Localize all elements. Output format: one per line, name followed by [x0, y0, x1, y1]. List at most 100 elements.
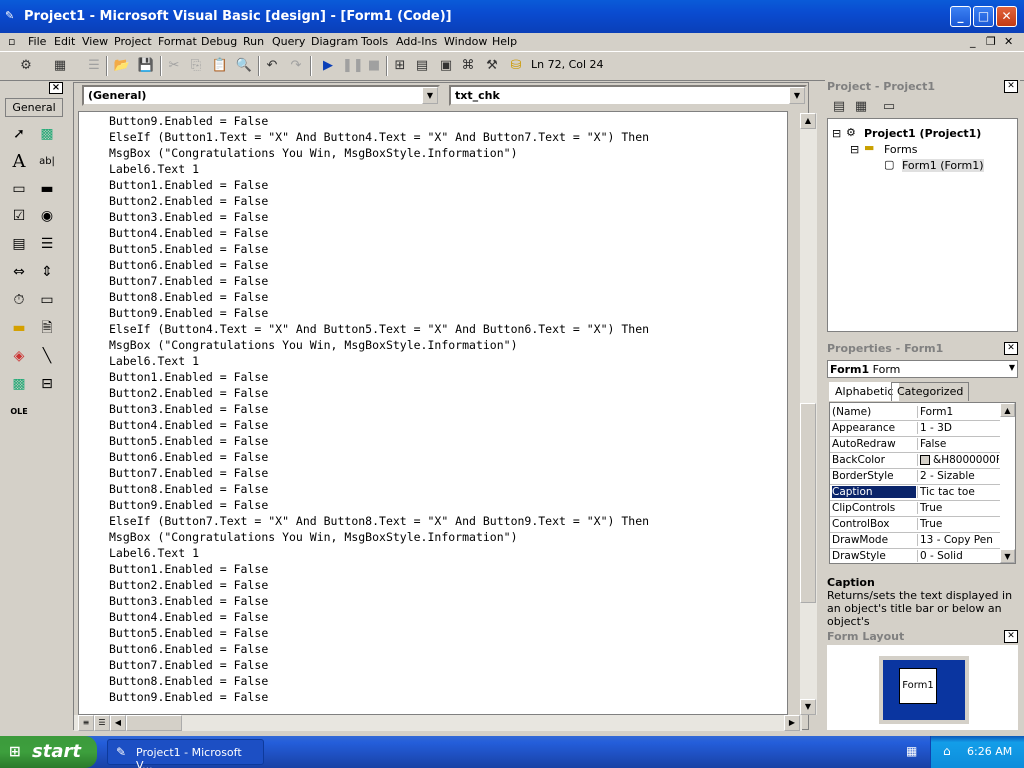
- code-line[interactable]: Button8.Enabled = False: [109, 481, 649, 497]
- object-combo[interactable]: (General) ▼: [82, 85, 440, 106]
- menu-project[interactable]: Project: [114, 35, 152, 48]
- property-row[interactable]: DrawStyle 0 - Solid: [830, 549, 1000, 563]
- code-line[interactable]: Button7.Enabled = False: [109, 273, 649, 289]
- tab-alphabetic[interactable]: Alphabetic: [829, 382, 900, 401]
- code-line[interactable]: Button5.Enabled = False: [109, 625, 649, 641]
- object-browser-icon[interactable]: ⌘: [458, 57, 478, 75]
- title-bar[interactable]: ✎ Project1 - Microsoft Visual Basic [des…: [0, 0, 1024, 33]
- code-line[interactable]: Button2.Enabled = False: [109, 577, 649, 593]
- property-row[interactable]: ClipControls True: [830, 501, 1000, 517]
- property-value[interactable]: 2 - Sizable: [917, 470, 999, 482]
- procedure-view-icon[interactable]: ≡: [78, 715, 94, 731]
- checkbox-icon[interactable]: ☑: [8, 206, 30, 226]
- menu-run[interactable]: Run: [243, 35, 264, 48]
- scroll-down-arrow[interactable]: ▼: [1000, 549, 1015, 563]
- code-line[interactable]: Button9.Enabled = False: [109, 689, 649, 705]
- vscrollbar-icon[interactable]: ⇕: [36, 262, 58, 282]
- line-icon[interactable]: ╲: [36, 346, 58, 366]
- code-line[interactable]: Button2.Enabled = False: [109, 385, 649, 401]
- code-line[interactable]: Button6.Enabled = False: [109, 257, 649, 273]
- network-icon[interactable]: ⌂: [943, 744, 951, 758]
- menu-edit[interactable]: Edit: [54, 35, 75, 48]
- property-row[interactable]: (Name) Form1: [830, 405, 1000, 421]
- object-selector[interactable]: Form1 Form ▼: [827, 360, 1018, 378]
- textbox-icon[interactable]: ab|: [36, 152, 58, 172]
- tree-expander-icon[interactable]: ⊟: [832, 127, 841, 140]
- data-view-icon[interactable]: ⛁: [506, 57, 526, 75]
- code-line[interactable]: Label6.Text 1: [109, 545, 649, 561]
- property-value[interactable]: 0 - Solid: [917, 550, 999, 562]
- form-layout-close-button[interactable]: ✕: [1004, 630, 1018, 643]
- code-line[interactable]: ElseIf (Button4.Text = "X" And Button5.T…: [109, 321, 649, 337]
- tab-categorized[interactable]: Categorized: [891, 382, 970, 401]
- code-line[interactable]: Button4.Enabled = False: [109, 225, 649, 241]
- dirlistbox-icon[interactable]: ▬: [8, 318, 30, 338]
- project-explorer-icon[interactable]: ⊞: [390, 57, 410, 75]
- menu-debug[interactable]: Debug: [201, 35, 237, 48]
- ole-icon[interactable]: OLE: [8, 402, 30, 422]
- project-tree[interactable]: ⊟ ⚙ Project1 (Project1) ⊟ ▬ Forms ▢ Form…: [827, 118, 1018, 332]
- procedure-combo[interactable]: txt_chk ▼: [449, 85, 807, 106]
- code-editor[interactable]: Button9.Enabled = False ElseIf (Button1.T…: [78, 111, 788, 715]
- start-button[interactable]: ⊞ start: [0, 736, 97, 768]
- form-position-preview[interactable]: Form1: [899, 668, 937, 704]
- save-icon[interactable]: 💾: [136, 57, 156, 75]
- toolbox-icon[interactable]: ⚒: [482, 57, 502, 75]
- vertical-scrollbar[interactable]: ▲ ▼: [800, 113, 817, 715]
- horizontal-scrollbar[interactable]: ≡ ☰ ◀ ▶: [74, 715, 802, 731]
- property-row[interactable]: Appearance 1 - 3D: [830, 421, 1000, 437]
- hscrollbar-icon[interactable]: ⇔: [8, 262, 30, 282]
- property-row[interactable]: ControlBox True: [830, 517, 1000, 533]
- scroll-left-arrow[interactable]: ◀: [110, 715, 126, 731]
- property-value[interactable]: 1 - 3D: [917, 422, 999, 434]
- code-line[interactable]: Button1.Enabled = False: [109, 177, 649, 193]
- code-line[interactable]: ElseIf (Button1.Text = "X" And Button4.T…: [109, 129, 649, 145]
- clock[interactable]: 6:26 AM: [967, 745, 1012, 758]
- toolbox-close-button[interactable]: ×: [49, 82, 63, 94]
- code-line[interactable]: MsgBox ("Congratulations You Win, MsgBox…: [109, 529, 649, 545]
- picturebox-icon[interactable]: ▩: [36, 124, 58, 144]
- menu-help[interactable]: Help: [492, 35, 517, 48]
- menu-tools[interactable]: Tools: [361, 35, 388, 48]
- menu-format[interactable]: Format: [158, 35, 197, 48]
- view-object-icon[interactable]: ▦: [851, 98, 871, 116]
- code-line[interactable]: Button5.Enabled = False: [109, 433, 649, 449]
- label-icon[interactable]: A: [8, 152, 30, 172]
- open-folder-icon[interactable]: 📂: [112, 57, 132, 75]
- shape-icon[interactable]: ◈: [8, 346, 30, 366]
- form-layout-icon[interactable]: ▣: [436, 57, 456, 75]
- code-line[interactable]: MsgBox ("Congratulations You Win, MsgBox…: [109, 145, 649, 161]
- code-line[interactable]: Button9.Enabled = False: [109, 113, 649, 129]
- keyboard-icon[interactable]: ▦: [906, 744, 917, 758]
- property-value[interactable]: True: [917, 518, 999, 530]
- full-module-view-icon[interactable]: ☰: [94, 715, 110, 731]
- menu-query[interactable]: Query: [272, 35, 305, 48]
- property-row-selected[interactable]: Caption Tic tac toe: [830, 485, 1000, 501]
- code-line[interactable]: Button4.Enabled = False: [109, 417, 649, 433]
- find-icon[interactable]: 🔍: [234, 57, 254, 75]
- copy-icon[interactable]: ⎘: [186, 57, 206, 75]
- code-line[interactable]: Button3.Enabled = False: [109, 593, 649, 609]
- property-value[interactable]: 13 - Copy Pen: [917, 534, 999, 546]
- toolbox-tab-general[interactable]: General: [5, 98, 63, 117]
- code-line[interactable]: Button8.Enabled = False: [109, 673, 649, 689]
- undo-icon[interactable]: ↶: [262, 57, 282, 75]
- toggle-folders-icon[interactable]: ▭: [879, 98, 899, 116]
- property-row[interactable]: DrawMode 13 - Copy Pen: [830, 533, 1000, 549]
- code-line[interactable]: Button6.Enabled = False: [109, 641, 649, 657]
- chevron-down-icon[interactable]: ▼: [422, 87, 438, 104]
- optionbutton-icon[interactable]: ◉: [36, 206, 58, 226]
- code-line[interactable]: MsgBox ("Congratulations You Win, MsgBox…: [109, 337, 649, 353]
- property-value[interactable]: Tic tac toe: [917, 486, 999, 498]
- data-control-icon[interactable]: ⊟: [36, 374, 58, 394]
- doc-icon[interactable]: ▫: [8, 35, 15, 48]
- vertical-scroll-thumb[interactable]: [800, 403, 816, 603]
- menu-addins[interactable]: Add-Ins: [396, 35, 437, 48]
- add-form-icon[interactable]: ▦: [50, 57, 70, 75]
- menu-view[interactable]: View: [82, 35, 108, 48]
- code-line[interactable]: Button9.Enabled = False: [109, 305, 649, 321]
- tree-project-root[interactable]: Project1 (Project1): [864, 127, 981, 140]
- tree-form1[interactable]: Form1 (Form1): [902, 159, 984, 172]
- properties-window-icon[interactable]: ▤: [412, 57, 432, 75]
- mdi-close-button[interactable]: ✕: [1004, 35, 1013, 48]
